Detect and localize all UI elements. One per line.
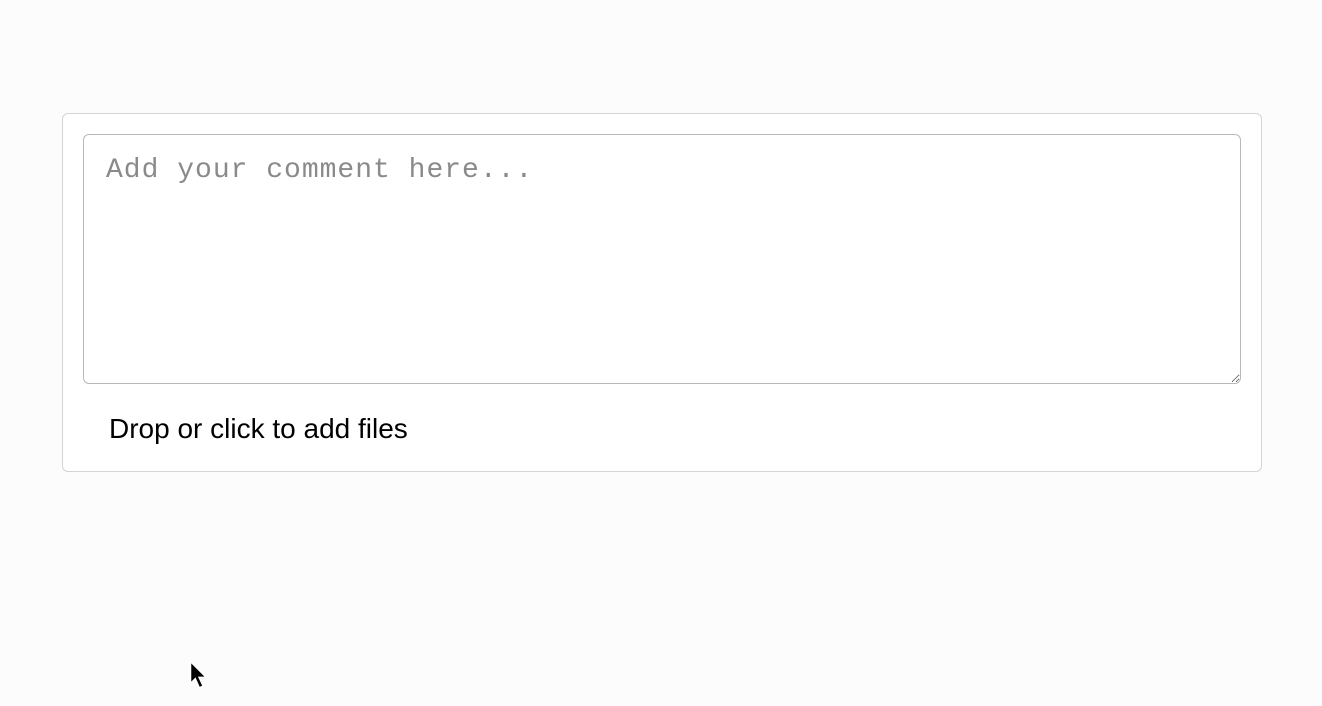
file-dropzone[interactable]: Drop or click to add files: [83, 403, 1241, 451]
comment-input[interactable]: [83, 134, 1241, 384]
file-dropzone-label: Drop or click to add files: [109, 413, 408, 444]
cursor-icon: [190, 662, 210, 690]
comment-card: Drop or click to add files: [62, 113, 1262, 472]
